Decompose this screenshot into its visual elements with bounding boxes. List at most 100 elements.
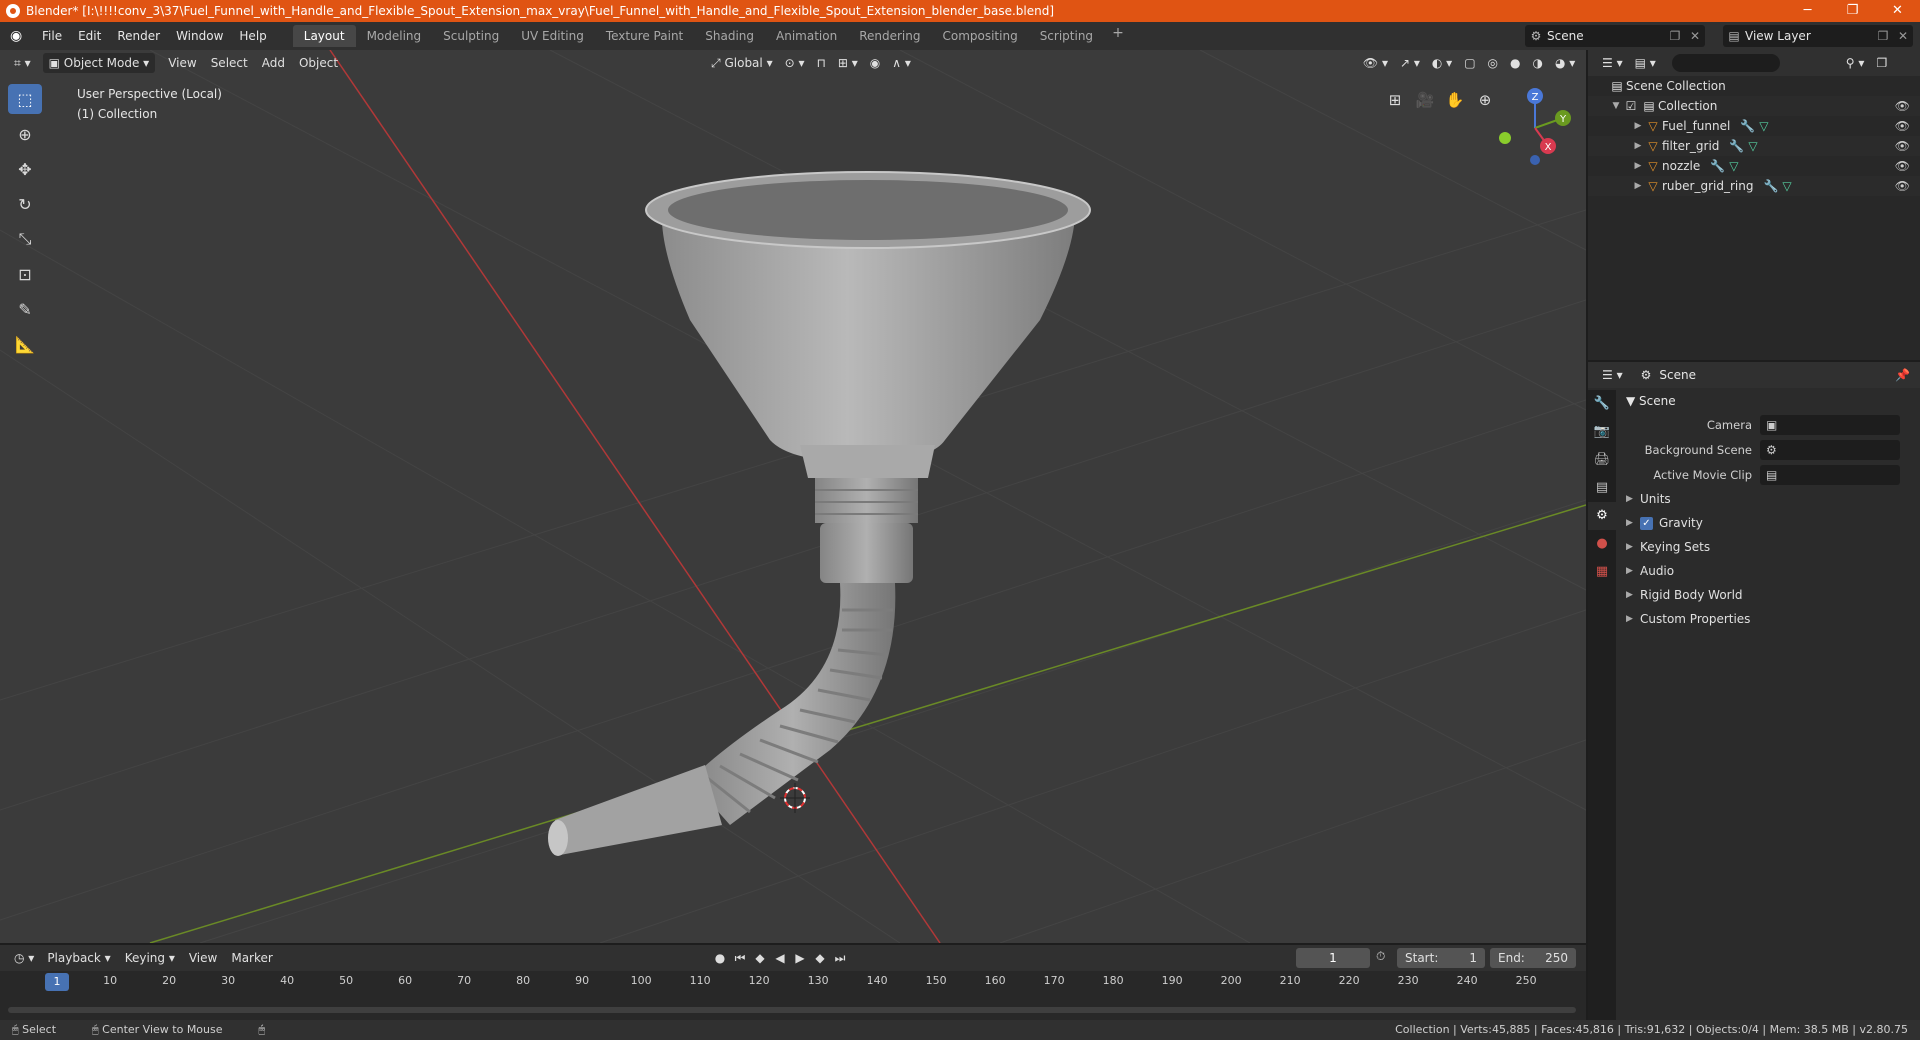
outliner-item-nozzle[interactable]: ▶ ▽ nozzle 🔧 ▽ 👁: [1588, 156, 1920, 176]
solid-shading-icon[interactable]: ●: [1504, 53, 1526, 73]
add-workspace-button[interactable]: +: [1104, 25, 1132, 47]
stopwatch-icon[interactable]: ⏱: [1376, 949, 1385, 964]
copy-scene-icon[interactable]: ❐: [1665, 29, 1685, 43]
navigation-gizmo[interactable]: Z Y X: [1495, 86, 1575, 166]
menu-file[interactable]: File: [34, 22, 70, 50]
annotate-tool-icon[interactable]: ✎: [8, 294, 42, 324]
proportional-edit-icon[interactable]: ◉: [864, 53, 886, 73]
outliner-item-filter-grid[interactable]: ▶ ▽ filter_grid 🔧 ▽ 👁: [1588, 136, 1920, 156]
scene-panel-header[interactable]: ▼ Scene: [1618, 390, 1920, 412]
remove-scene-icon[interactable]: ✕: [1685, 29, 1705, 43]
pin-icon[interactable]: 📌: [1895, 368, 1910, 382]
view-layer-name[interactable]: View Layer: [1745, 29, 1873, 43]
tab-sculpting[interactable]: Sculpting: [432, 25, 510, 47]
collapse-arrow-icon[interactable]: ▼: [1610, 101, 1622, 111]
pan-hand-icon[interactable]: ✋: [1440, 86, 1470, 116]
gizmo-neg-y-icon[interactable]: [1499, 132, 1511, 144]
cursor-tool-icon[interactable]: ⊕: [8, 119, 42, 149]
transform-tool-icon[interactable]: ⊡: [8, 259, 42, 289]
display-mode-icon[interactable]: ▤ ▾: [1629, 53, 1662, 73]
eye-icon[interactable]: 👁: [1895, 119, 1910, 133]
eye-icon[interactable]: 👁: [1895, 179, 1910, 193]
menu-help[interactable]: Help: [231, 22, 274, 50]
viewport-menu-view[interactable]: View: [161, 56, 203, 70]
timeline-scrollbar[interactable]: [8, 1007, 1576, 1013]
rendered-shading-icon[interactable]: ◕ ▾: [1549, 53, 1581, 73]
rotate-tool-icon[interactable]: ↻: [8, 189, 42, 219]
scale-tool-icon[interactable]: ⤡: [8, 224, 42, 254]
outliner-item-ruber-grid-ring[interactable]: ▶ ▽ ruber_grid_ring 🔧 ▽ 👁: [1588, 176, 1920, 196]
camera-field[interactable]: ▣: [1760, 414, 1900, 435]
tab-rendering[interactable]: Rendering: [848, 25, 931, 47]
camera-view-icon[interactable]: 🎥: [1410, 86, 1440, 116]
timeline-menu-keying[interactable]: Keying ▾: [118, 951, 182, 965]
next-keyframe-icon[interactable]: ◆: [810, 948, 830, 968]
gizmo-neg-z-icon[interactable]: [1530, 155, 1540, 165]
close-button[interactable]: ✕: [1875, 0, 1920, 22]
tab-modeling[interactable]: Modeling: [356, 25, 433, 47]
timeline-menu-marker[interactable]: Marker: [224, 951, 279, 965]
minimize-button[interactable]: ─: [1785, 0, 1830, 22]
transform-orientation-selector[interactable]: ⤢ Global ▾: [705, 53, 779, 73]
snap-target-icon[interactable]: ⊞ ▾: [832, 53, 864, 73]
audio-panel[interactable]: ▶ Audio: [1618, 559, 1920, 583]
select-box-tool-icon[interactable]: ⬚: [8, 84, 42, 114]
render-tab-icon[interactable]: 📷: [1588, 418, 1616, 446]
menu-edit[interactable]: Edit: [70, 22, 109, 50]
expand-arrow-icon[interactable]: ▶: [1632, 161, 1644, 171]
rigid-body-world-panel[interactable]: ▶ Rigid Body World: [1618, 583, 1920, 607]
tab-uv-editing[interactable]: UV Editing: [510, 25, 595, 47]
viewport-menu-select[interactable]: Select: [204, 56, 255, 70]
snap-icon[interactable]: ⊓: [811, 53, 832, 73]
timeline-menu-view[interactable]: View: [182, 951, 224, 965]
outliner-editor-type-icon[interactable]: ☰ ▾: [1596, 53, 1629, 73]
prev-keyframe-icon[interactable]: ◆: [750, 948, 770, 968]
viewport-menu-object[interactable]: Object: [292, 56, 345, 70]
editor-type-button[interactable]: ⌗ ▾: [8, 53, 37, 73]
world-tab-icon[interactable]: ●: [1588, 530, 1616, 558]
output-tab-icon[interactable]: 🖨: [1588, 446, 1616, 474]
material-shading-icon[interactable]: ◑: [1527, 53, 1549, 73]
pivot-point-icon[interactable]: ⊙ ▾: [779, 53, 811, 73]
3d-cursor-icon[interactable]: [780, 783, 810, 813]
outliner-item-fuel-funnel[interactable]: ▶ ▽ Fuel_funnel 🔧 ▽ 👁: [1588, 116, 1920, 136]
expand-arrow-icon[interactable]: ▶: [1632, 121, 1644, 131]
xray-toggle-icon[interactable]: ▢: [1458, 53, 1481, 73]
current-frame-field[interactable]: 1: [1296, 948, 1370, 968]
jump-start-icon[interactable]: ⏮: [730, 948, 750, 968]
visibility-icon[interactable]: 👁 ▾: [1357, 53, 1394, 73]
modifier-wrench-icon[interactable]: 🔧: [1763, 179, 1778, 193]
tab-texture-paint[interactable]: Texture Paint: [595, 25, 694, 47]
mode-selector[interactable]: ▣ Object Mode ▾: [42, 53, 156, 73]
menu-render[interactable]: Render: [109, 22, 168, 50]
scene-selector[interactable]: ⚙ Scene ❐ ✕: [1525, 25, 1705, 47]
tool-settings-tab-icon[interactable]: 🔧: [1588, 390, 1616, 418]
background-scene-field[interactable]: ⚙: [1760, 439, 1900, 460]
copy-view-layer-icon[interactable]: ❐: [1873, 29, 1893, 43]
mesh-data-icon[interactable]: ▽: [1759, 119, 1768, 133]
funnel-model[interactable]: [548, 171, 1091, 856]
blender-menu-icon[interactable]: ◉: [10, 28, 26, 44]
outliner-search-input[interactable]: [1671, 54, 1780, 72]
collection-checkbox-icon[interactable]: ☑: [1622, 99, 1640, 113]
filter-icon[interactable]: ⚲ ▾: [1840, 53, 1871, 73]
jump-end-icon[interactable]: ⏭: [830, 948, 850, 968]
keying-sets-panel[interactable]: ▶ Keying Sets: [1618, 535, 1920, 559]
play-reverse-icon[interactable]: ◀: [770, 948, 790, 968]
units-panel[interactable]: ▶ Units: [1618, 487, 1920, 511]
eye-icon[interactable]: 👁: [1895, 159, 1910, 173]
gravity-panel[interactable]: ▶ ✓ Gravity: [1618, 511, 1920, 535]
timeline-menu-playback[interactable]: Playback ▾: [40, 951, 117, 965]
scene-tab-icon[interactable]: ⚙: [1588, 502, 1616, 530]
tab-animation[interactable]: Animation: [765, 25, 848, 47]
falloff-icon[interactable]: ∧ ▾: [886, 53, 917, 73]
gravity-checkbox[interactable]: ✓: [1640, 516, 1653, 530]
record-icon[interactable]: ●: [710, 948, 730, 968]
collection-row[interactable]: ▼ ☑ ▤ Collection 👁: [1588, 96, 1920, 116]
mesh-data-icon[interactable]: ▽: [1748, 139, 1757, 153]
view-layer-tab-icon[interactable]: ▤: [1588, 474, 1616, 502]
end-frame-field[interactable]: End: 250: [1490, 948, 1576, 968]
view-layer-selector[interactable]: ▤ View Layer ❐ ✕: [1723, 25, 1913, 47]
wireframe-shading-icon[interactable]: ◎: [1482, 53, 1504, 73]
measure-tool-icon[interactable]: 📐: [8, 329, 42, 359]
